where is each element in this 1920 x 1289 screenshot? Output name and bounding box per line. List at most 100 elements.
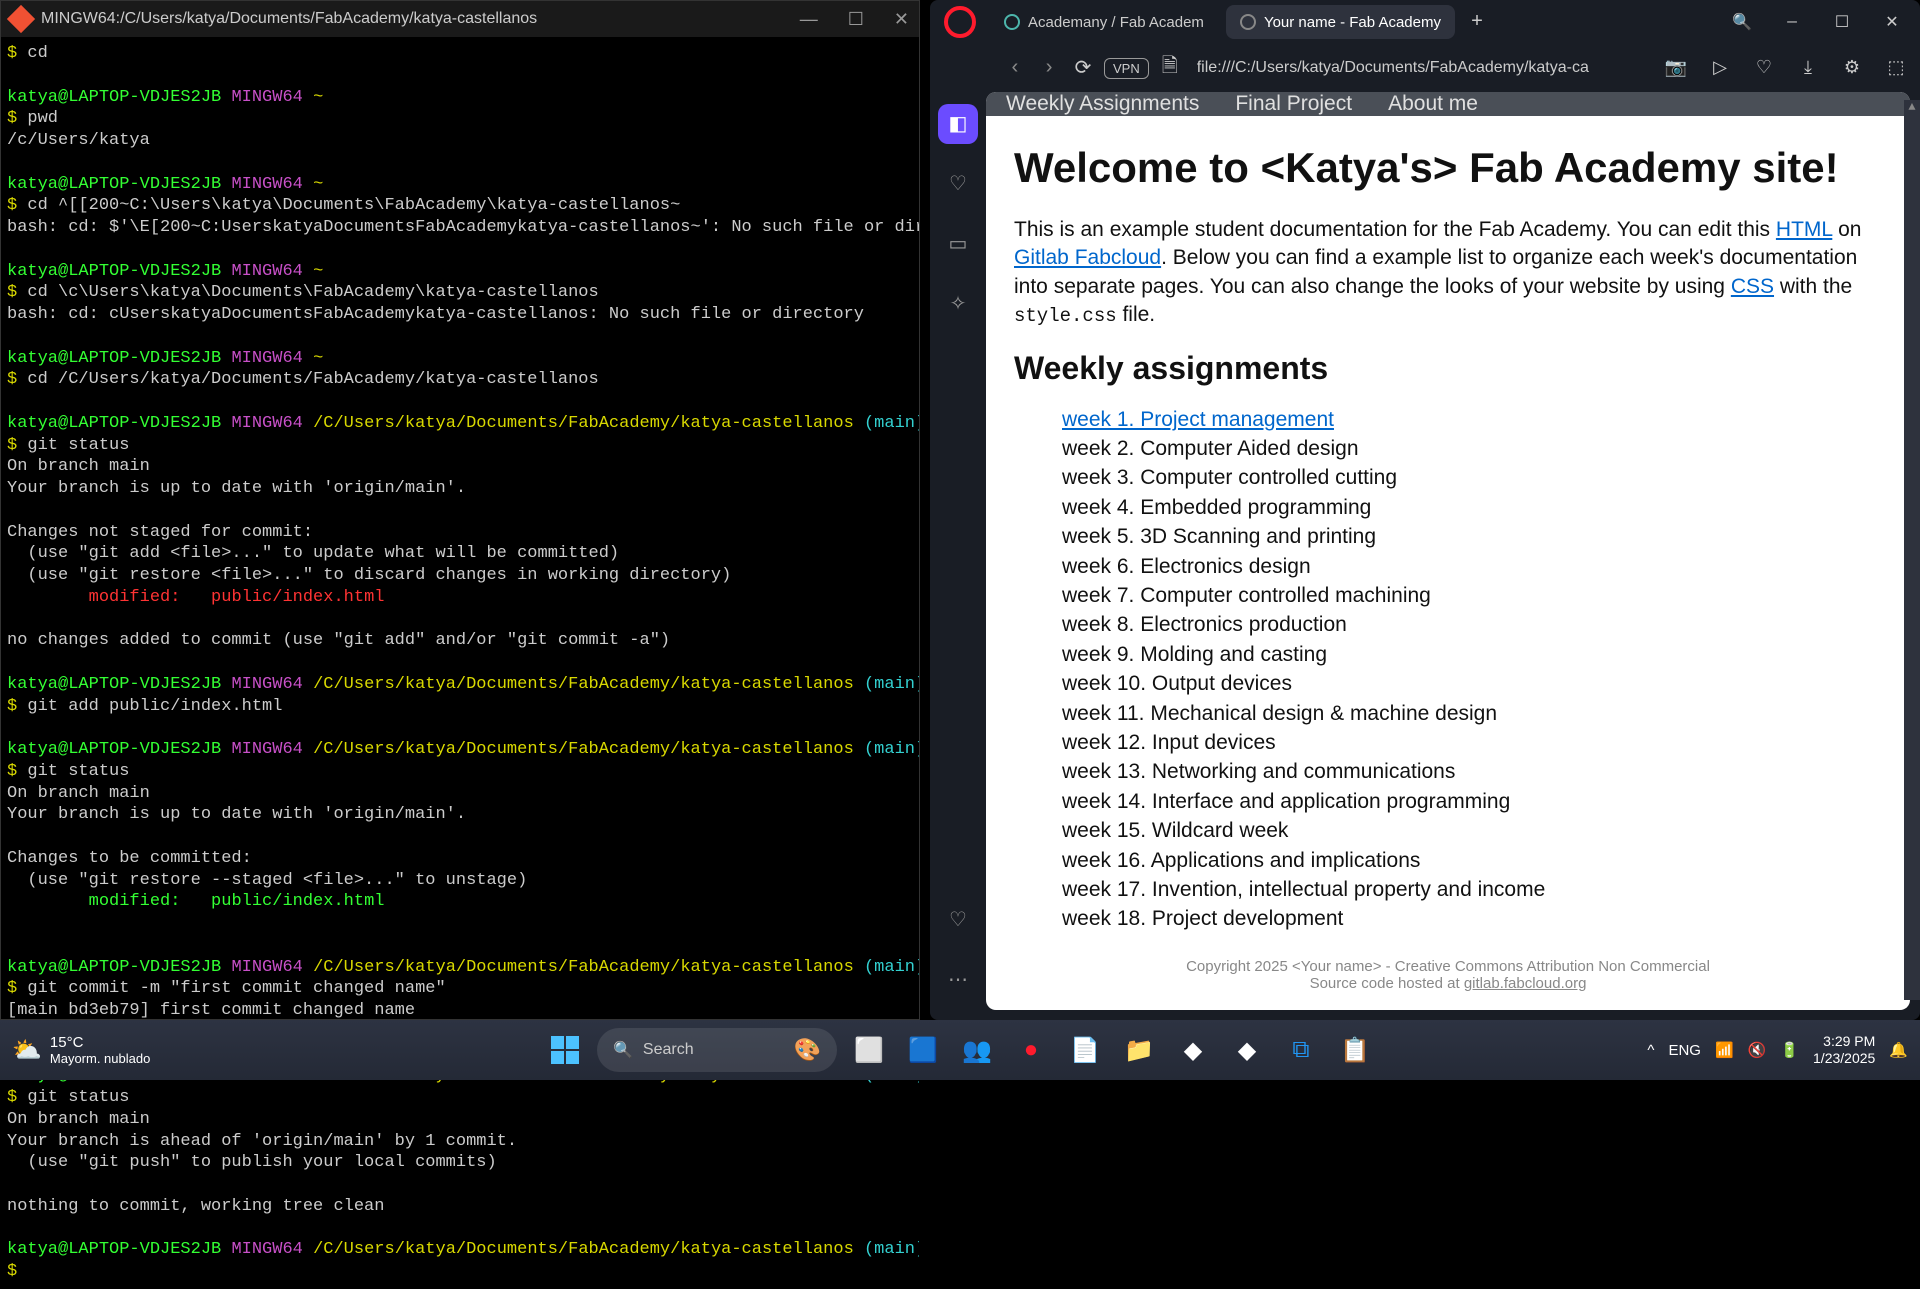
volume-icon[interactable]: 🔇 bbox=[1748, 1041, 1767, 1059]
terminal-output[interactable]: $ cd katya@LAPTOP-VDJES2JB MINGW64 ~ $ p… bbox=[1, 37, 919, 1289]
file-icon: 🗎 bbox=[1157, 51, 1183, 85]
easy-setup-icon[interactable]: ⚙ bbox=[1836, 52, 1868, 84]
forward-button[interactable]: › bbox=[1036, 57, 1062, 80]
globe-icon bbox=[1004, 14, 1020, 30]
code-style-css: style.css bbox=[1014, 305, 1117, 327]
week-item: week 7. Computer controlled machining bbox=[1062, 581, 1882, 610]
week-item: week 14. Interface and application progr… bbox=[1062, 787, 1882, 816]
maximize-button[interactable]: ☐ bbox=[1822, 4, 1862, 40]
heart-icon[interactable]: ♡ bbox=[938, 164, 978, 204]
start-button[interactable] bbox=[543, 1028, 587, 1072]
weather-condition: Mayorm. nublado bbox=[50, 1051, 150, 1066]
tab-academany[interactable]: Academany / Fab Academ bbox=[990, 5, 1218, 39]
week-item: week 3. Computer controlled cutting bbox=[1062, 463, 1882, 492]
pinboards-icon[interactable]: ✧ bbox=[938, 284, 978, 324]
wifi-icon[interactable]: 📶 bbox=[1715, 1041, 1734, 1059]
tab-your-name[interactable]: Your name - Fab Academy bbox=[1226, 5, 1455, 39]
week-item: week 4. Embedded programming bbox=[1062, 493, 1882, 522]
week-item: week 6. Electronics design bbox=[1062, 552, 1882, 581]
taskbar-search[interactable]: 🔍 Search 🎨 bbox=[597, 1028, 837, 1072]
git-bash-window: MINGW64:/C/Users/katya/Documents/FabAcad… bbox=[0, 0, 920, 1020]
week-item: week 10. Output devices bbox=[1062, 669, 1882, 698]
more-icon[interactable]: ⋯ bbox=[938, 960, 978, 1000]
clock[interactable]: 3:29 PM 1/23/2025 bbox=[1813, 1033, 1875, 1067]
vpn-badge[interactable]: VPN bbox=[1104, 58, 1149, 79]
maximize-button[interactable]: ☐ bbox=[848, 9, 864, 30]
week-item: week 17. Invention, intellectual propert… bbox=[1062, 875, 1882, 904]
week-item: week 8. Electronics production bbox=[1062, 610, 1882, 639]
nav-weekly[interactable]: Weekly Assignments bbox=[1006, 92, 1199, 116]
windows-taskbar: ⛅ 15°C Mayorm. nublado 🔍 Search 🎨 ⬜ 🟦 👥 … bbox=[0, 1020, 1920, 1080]
page-title: Welcome to <Katya's> Fab Academy site! bbox=[1014, 144, 1882, 192]
teams-icon[interactable]: 👥 bbox=[955, 1028, 999, 1072]
copilot-icon[interactable]: 🟦 bbox=[901, 1028, 945, 1072]
heart-icon[interactable]: ♡ bbox=[938, 900, 978, 940]
copyright: Copyright 2025 <Your name> - Creative Co… bbox=[986, 958, 1910, 975]
tab-strip: Academany / Fab Academ Your name - Fab A… bbox=[930, 0, 1920, 44]
language-indicator[interactable]: ENG bbox=[1668, 1042, 1701, 1059]
app-icon[interactable]: 📋 bbox=[1333, 1028, 1377, 1072]
address-bar[interactable] bbox=[1191, 59, 1652, 77]
search-tabs-icon[interactable]: 🔍 bbox=[1722, 4, 1762, 40]
site-nav: Weekly Assignments Final Project About m… bbox=[986, 92, 1910, 116]
extensions-icon[interactable]: ⬚ bbox=[1880, 52, 1912, 84]
task-view-button[interactable]: ⬜ bbox=[847, 1028, 891, 1072]
opera-icon[interactable]: ● bbox=[1009, 1028, 1053, 1072]
week-item: week 11. Mechanical design & machine des… bbox=[1062, 699, 1882, 728]
play-icon[interactable]: ▷ bbox=[1704, 52, 1736, 84]
minimize-button[interactable]: — bbox=[800, 9, 818, 30]
week-item: week 12. Input devices bbox=[1062, 728, 1882, 757]
scroll-up-icon[interactable]: ▲ bbox=[1904, 100, 1920, 120]
terminal-title: MINGW64:/C/Users/katya/Documents/FabAcad… bbox=[41, 10, 537, 28]
tab-label: Academany / Fab Academ bbox=[1028, 14, 1204, 31]
terminal-titlebar[interactable]: MINGW64:/C/Users/katya/Documents/FabAcad… bbox=[1, 1, 919, 37]
weeks-list: week 1. Project management week 2. Comput… bbox=[1014, 405, 1882, 934]
back-button[interactable]: ‹ bbox=[1002, 57, 1028, 80]
search-art-icon: 🎨 bbox=[794, 1037, 821, 1063]
link-css[interactable]: CSS bbox=[1731, 275, 1774, 298]
aria-icon[interactable]: ◧ bbox=[938, 104, 978, 144]
link-gitlab[interactable]: Gitlab Fabcloud bbox=[1014, 246, 1161, 269]
reload-button[interactable]: ⟳ bbox=[1070, 55, 1096, 81]
download-icon[interactable]: ⤓ bbox=[1792, 52, 1824, 84]
cloud-icon: ⛅ bbox=[12, 1036, 42, 1065]
link-fabcloud[interactable]: gitlab.fabcloud.org bbox=[1464, 975, 1587, 992]
new-tab-button[interactable]: + bbox=[1463, 8, 1491, 36]
book-icon[interactable]: ▭ bbox=[938, 224, 978, 264]
temperature: 15°C bbox=[50, 1034, 84, 1051]
week-item: week 2. Computer Aided design bbox=[1062, 434, 1882, 463]
browser-sidebar: ◧ ♡ ▭ ✧ ♡ ⋯ bbox=[930, 92, 986, 1020]
week-item: week 16. Applications and implications bbox=[1062, 846, 1882, 875]
app-icon[interactable]: ◆ bbox=[1225, 1028, 1269, 1072]
search-placeholder: Search bbox=[643, 1041, 694, 1059]
weather-widget[interactable]: ⛅ 15°C Mayorm. nublado bbox=[12, 1034, 150, 1066]
snapshot-icon[interactable]: 📷 bbox=[1660, 52, 1692, 84]
close-button[interactable]: ✕ bbox=[894, 9, 909, 30]
battery-icon[interactable]: 🔋 bbox=[1780, 1041, 1799, 1059]
page-content: Welcome to <Katya's> Fab Academy site! T… bbox=[986, 116, 1910, 946]
globe-icon bbox=[1240, 14, 1256, 30]
nav-about[interactable]: About me bbox=[1388, 92, 1478, 116]
explorer-icon[interactable]: 📁 bbox=[1117, 1028, 1161, 1072]
minimize-button[interactable]: — bbox=[1772, 4, 1812, 40]
vscode-icon[interactable]: ⧉ bbox=[1279, 1028, 1323, 1072]
tray-chevron-icon[interactable]: ^ bbox=[1647, 1042, 1654, 1059]
week-item: week 18. Project development bbox=[1062, 904, 1882, 933]
git-icon[interactable]: ◆ bbox=[1171, 1028, 1215, 1072]
week-item: week 9. Molding and casting bbox=[1062, 640, 1882, 669]
scrollbar[interactable] bbox=[1904, 120, 1920, 1000]
page-viewport: Weekly Assignments Final Project About m… bbox=[986, 92, 1910, 1010]
notepad-icon[interactable]: 📄 bbox=[1063, 1028, 1107, 1072]
close-button[interactable]: ✕ bbox=[1872, 4, 1912, 40]
link-html[interactable]: HTML bbox=[1776, 218, 1832, 241]
notifications-icon[interactable]: 🔔 bbox=[1889, 1041, 1908, 1059]
git-icon bbox=[7, 5, 35, 33]
intro-paragraph: This is an example student documentation… bbox=[1014, 216, 1882, 330]
week-item: week 5. 3D Scanning and printing bbox=[1062, 522, 1882, 551]
week-item: week 13. Networking and communications bbox=[1062, 757, 1882, 786]
weekly-heading: Weekly assignments bbox=[1014, 350, 1882, 387]
week-link[interactable]: week 1. Project management bbox=[1062, 408, 1334, 431]
opera-logo-icon[interactable] bbox=[944, 6, 976, 38]
nav-final[interactable]: Final Project bbox=[1235, 92, 1352, 116]
heart-icon[interactable]: ♡ bbox=[1748, 52, 1780, 84]
